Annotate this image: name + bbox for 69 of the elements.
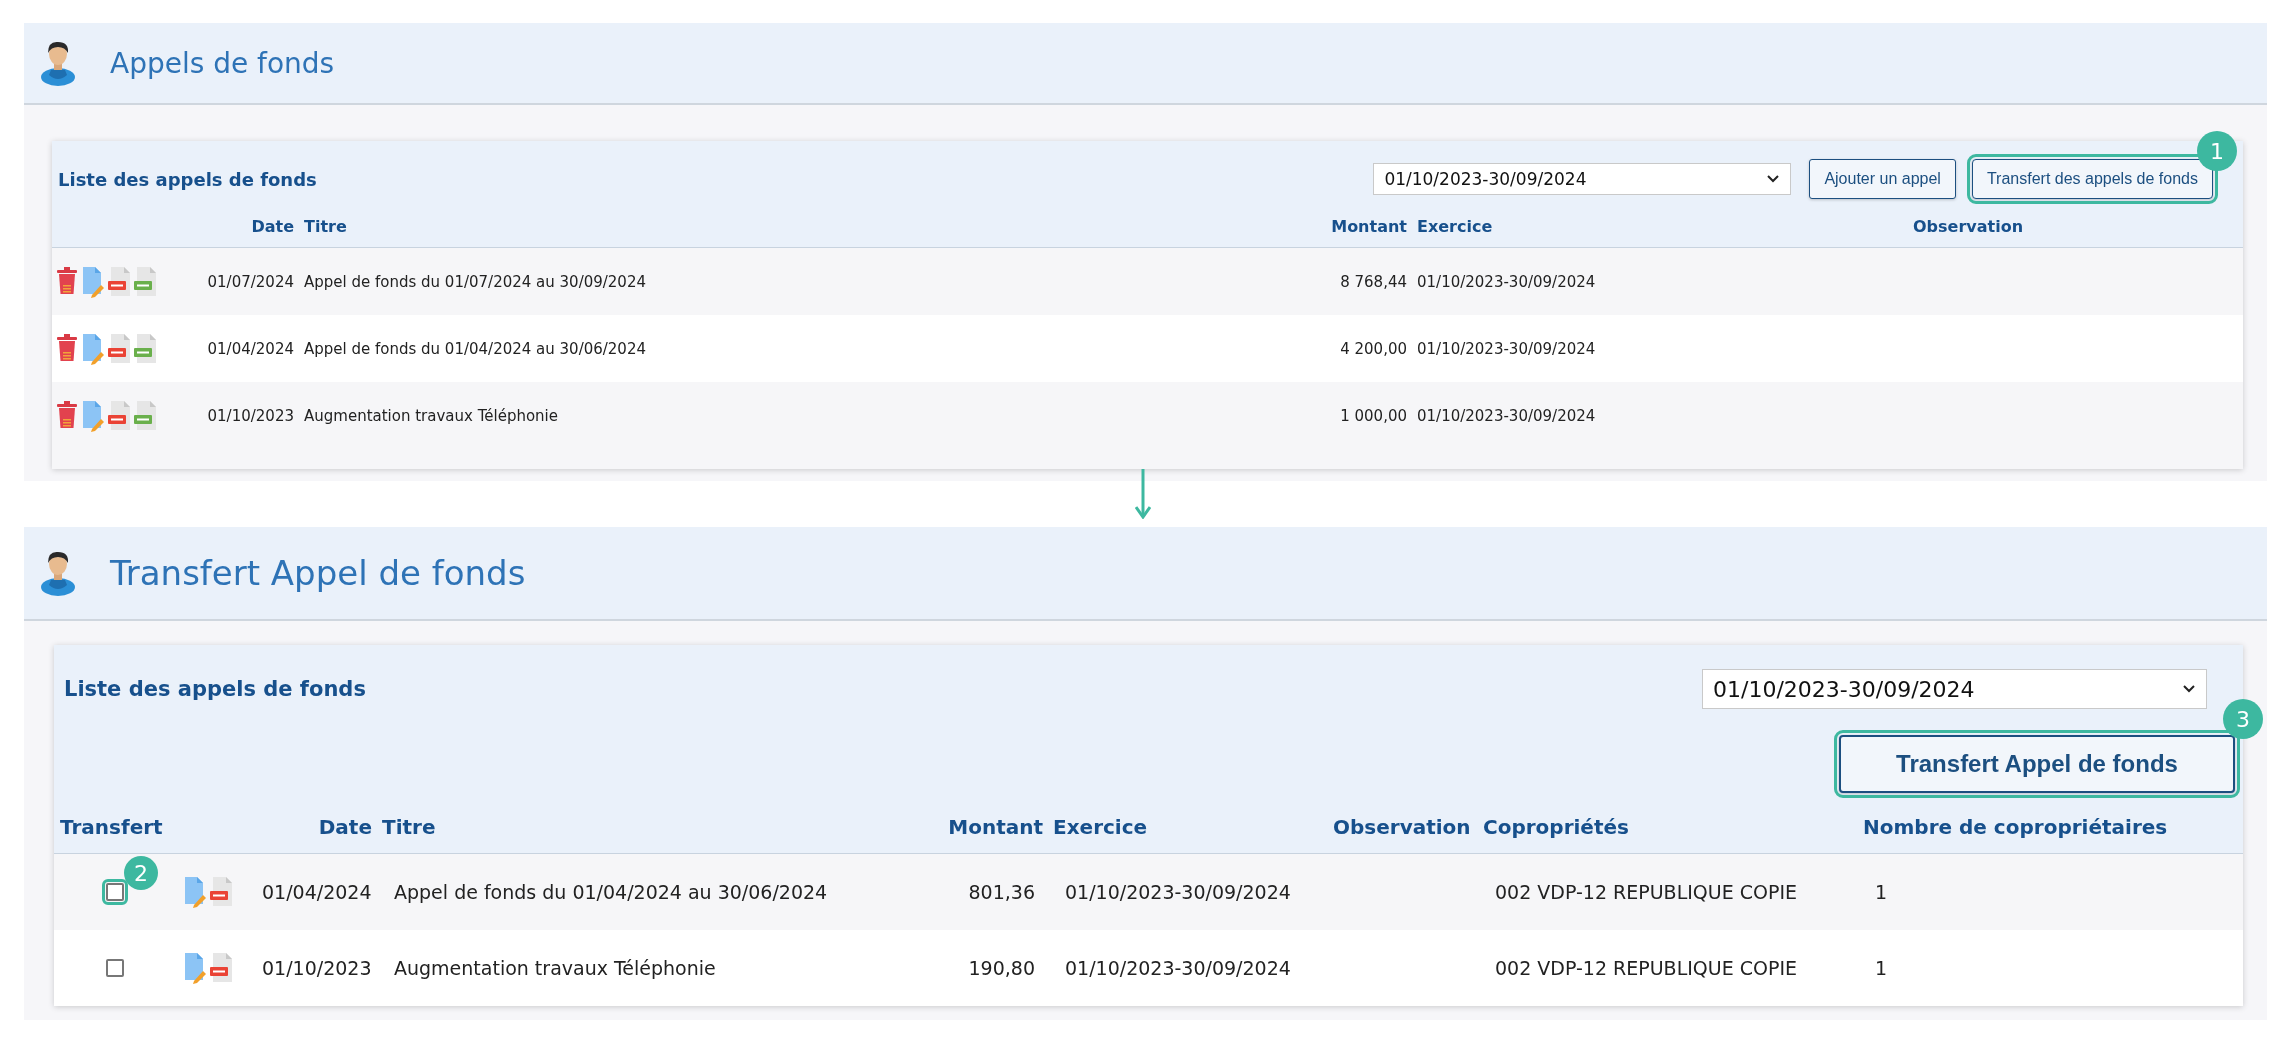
list-heading: Liste des appels de fonds xyxy=(58,168,318,190)
table-row[interactable]: 01/04/2024 Appel de fonds du 01/04/2024 au 30/06/2024 4 200,00 01/10/2023-30/09/2024 xyxy=(52,315,2243,382)
table-cell-text: Appel de fonds du 01/04/2024 au 30/06/2024 xyxy=(304,339,647,358)
column-header: Montant xyxy=(1330,216,1407,236)
edit-document-icon[interactable] xyxy=(183,876,207,908)
column-header: Observation xyxy=(1333,815,1472,839)
table-cell-text: 01/10/2023-30/09/2024 xyxy=(1417,406,1597,425)
zip-file-icon[interactable] xyxy=(133,399,157,432)
table-cell-text: Appel de fonds du 01/07/2024 au 30/09/2024 xyxy=(304,272,647,291)
zip-file-icon[interactable] xyxy=(133,332,157,365)
down-arrow xyxy=(1135,469,1151,519)
pdf-file-icon[interactable] xyxy=(107,332,131,365)
column-header: Nombre de copropriétaires xyxy=(1863,815,2169,839)
pdf-file-icon[interactable] xyxy=(107,399,131,432)
column-header: Date xyxy=(250,216,294,236)
caret-icon xyxy=(2182,684,2196,694)
pdf-file-icon[interactable] xyxy=(209,876,233,908)
table-cell-text: 01/10/2023-30/09/2024 xyxy=(1064,881,1292,903)
edit-document-icon[interactable] xyxy=(81,332,105,365)
column-header: Exercice xyxy=(1053,815,1149,839)
table-cell-text: 01/10/2023-30/09/2024 xyxy=(1417,339,1597,358)
table-cell-text: 01/10/2023-30/09/2024 xyxy=(1417,272,1597,291)
column-header: Exercice xyxy=(1417,216,1494,236)
list-heading: Liste des appels de fonds xyxy=(64,677,367,701)
table-cell-text: Augmentation travaux Téléphonie xyxy=(393,957,717,979)
column-header: Observation xyxy=(1913,216,2025,236)
table-cell-text: 1 xyxy=(1874,881,1889,903)
table-row[interactable]: 01/10/2023 Augmentation travaux Téléphonie 190,80 01/10/2023-30/09/2024 002 VDP-12 REPUBLIQUE COPIE 1 xyxy=(54,930,2243,1006)
table-cell-text: 002 VDP-12 REPUBLIQUE COPIE xyxy=(1494,881,1799,903)
column-header: Copropriétés xyxy=(1483,815,1630,839)
column-header: Montant xyxy=(947,815,1043,839)
table-cell-text: 01/10/2023-30/09/2024 xyxy=(1064,957,1292,979)
table-cell-text: 1 000,00 xyxy=(1339,406,1407,425)
caret-icon xyxy=(1766,174,1781,184)
table-cell-text: 002 VDP-12 REPUBLIQUE COPIE xyxy=(1494,957,1799,979)
callout-badge: 2 xyxy=(124,856,158,890)
period-select[interactable]: 01/10/2023-30/09/2024 xyxy=(1702,669,2207,709)
table-cell-text: 8 768,44 xyxy=(1339,272,1407,291)
callout-badge: 1 xyxy=(2197,131,2237,171)
column-header: Date xyxy=(317,815,372,839)
column-header: Transfert xyxy=(60,815,164,839)
table-cell-text: 4 200,00 xyxy=(1339,339,1407,358)
zip-file-icon[interactable] xyxy=(133,265,157,298)
period-select[interactable]: 01/10/2023-30/09/2024 xyxy=(1373,163,1792,195)
table-cell: 01/04/2024 xyxy=(262,881,372,903)
checkbox[interactable] xyxy=(106,959,124,977)
pdf-file-icon[interactable] xyxy=(107,265,131,298)
page-title: Appels de fonds xyxy=(110,46,335,80)
table-cell-text: 801,36 xyxy=(967,881,1036,903)
table-cell-text: 1 xyxy=(1874,957,1889,979)
table-row[interactable]: 01/10/2023 Augmentation travaux Téléphonie 1 000,00 01/10/2023-30/09/2024 xyxy=(52,382,2243,449)
table-row[interactable]: 2 01/04/2024 Appel de fonds du 01/04/2024 au 30/06/2024 801,36 01/10/2023-30/09/2024 002 VDP-12 REPUBLIQUE COPIE 1 xyxy=(54,854,2243,930)
table-row[interactable]: 01/07/2024 Appel de fonds du 01/07/2024 au 30/09/2024 8 768,44 01/10/2023-30/09/2024 xyxy=(52,248,2243,315)
table-cell-text: 01/04/2024 xyxy=(206,339,294,358)
page-title: Transfert Appel de fonds xyxy=(110,553,526,593)
callout-badge: 3 xyxy=(2223,699,2263,739)
action-button[interactable]: Ajouter un appel xyxy=(1809,159,1956,199)
pdf-file-icon[interactable] xyxy=(209,952,233,984)
table-cell-text: Appel de fonds du 01/04/2024 au 30/06/2024 xyxy=(393,881,829,903)
edit-document-icon[interactable] xyxy=(183,952,207,984)
table-cell: 01/10/2023 xyxy=(262,957,372,979)
edit-document-icon[interactable] xyxy=(81,399,105,432)
table-cell-text: 01/07/2024 xyxy=(206,272,294,291)
table-cell-text: 190,80 xyxy=(967,957,1036,979)
table-cell-text: Augmentation travaux Téléphonie xyxy=(304,406,560,425)
column-header: Titre xyxy=(382,815,437,839)
table-cell-text: 01/10/2023 xyxy=(206,406,294,425)
edit-document-icon[interactable] xyxy=(81,265,105,298)
column-header: Titre xyxy=(304,216,348,236)
